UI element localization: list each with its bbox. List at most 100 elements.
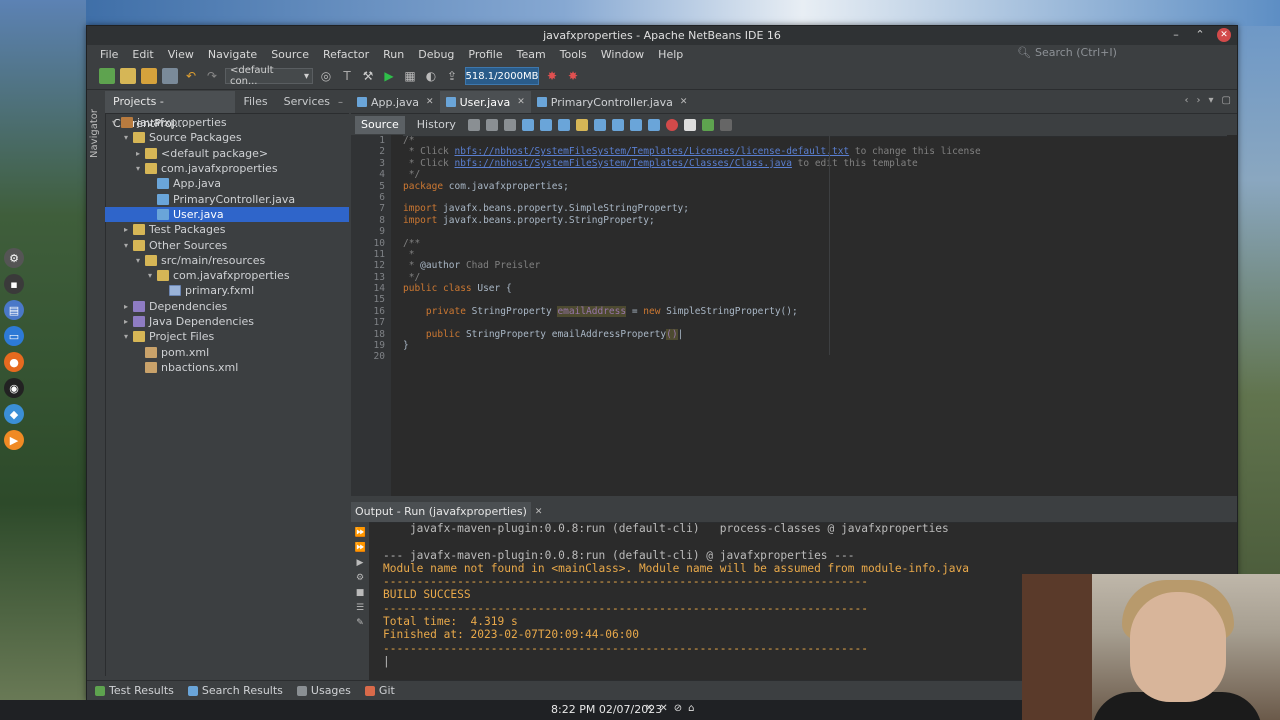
search-input[interactable]: Search (Ctrl+I) [1035, 46, 1117, 59]
tree-item[interactable]: pom.xml [105, 344, 349, 359]
expand-toggle-icon[interactable]: ▸ [133, 149, 143, 158]
code-line[interactable] [403, 226, 1237, 237]
navigator-label[interactable]: Navigator [89, 109, 100, 158]
tab-files[interactable]: Files [235, 91, 275, 113]
maximize-editor-icon[interactable]: ▢ [1222, 95, 1231, 106]
configuration-select[interactable]: <default con... ▾ [225, 65, 313, 87]
tree-item[interactable]: ▾ Source Packages [105, 130, 349, 145]
last-edit-icon[interactable] [467, 119, 480, 131]
attach-icon[interactable]: ⇪ [444, 68, 460, 84]
code-line[interactable]: } [403, 340, 1237, 351]
minimize-panel-icon[interactable]: – [338, 97, 349, 108]
tree-item[interactable]: ▾ com.javafxproperties [105, 161, 349, 176]
tab-source[interactable]: Source [355, 116, 405, 134]
tree-item[interactable]: ▾ Project Files [105, 329, 349, 344]
search-results-button[interactable]: Search Results [187, 684, 283, 697]
code-line[interactable]: /* [403, 135, 1237, 146]
tree-item[interactable]: ▾ Other Sources [105, 237, 349, 252]
expand-toggle-icon[interactable]: ▾ [133, 256, 143, 265]
new-file-icon[interactable] [99, 68, 115, 84]
rerun-icon[interactable]: ⏩ [355, 528, 366, 539]
code-line[interactable]: * [403, 249, 1237, 260]
code-line[interactable]: * @author Chad Preisler [403, 260, 1237, 271]
git-button[interactable]: Git [364, 684, 395, 697]
tree-item[interactable]: ▾ src/main/resources [105, 253, 349, 268]
code-line[interactable]: import javafx.beans.property.SimpleStrin… [403, 203, 1237, 214]
close-tab-icon[interactable]: ✕ [517, 97, 525, 107]
expand-toggle-icon[interactable]: ▸ [121, 225, 131, 234]
menu-refactor[interactable]: Refactor [316, 48, 376, 61]
tree-item[interactable]: ▸ Java Dependencies [105, 314, 349, 329]
code-line[interactable]: * Click nbfs://nbhost/SystemFileSystem/T… [403, 146, 1237, 157]
code-line[interactable]: */ [403, 169, 1237, 180]
menu-source[interactable]: Source [264, 48, 316, 61]
tab-user-java[interactable]: User.java ✕ [439, 91, 531, 113]
menu-tools[interactable]: Tools [553, 48, 594, 61]
expand-toggle-icon[interactable]: ▸ [121, 317, 131, 326]
firefox-icon[interactable]: ● [4, 352, 24, 372]
obs-icon[interactable]: ◉ [4, 378, 24, 398]
close-tab-icon[interactable]: ✕ [535, 507, 543, 517]
code-line[interactable]: import javafx.beans.property.StringPrope… [403, 215, 1237, 226]
new-project-icon[interactable] [120, 68, 136, 84]
expand-toggle-icon[interactable]: ▸ [121, 302, 131, 311]
tab-app-java[interactable]: App.java ✕ [351, 91, 440, 113]
expand-toggle-icon[interactable]: ▾ [121, 332, 131, 341]
menu-run[interactable]: Run [376, 48, 411, 61]
tab-primarycontroller-java[interactable]: PrimaryController.java ✕ [531, 91, 694, 113]
profile-icon[interactable]: ◐ [423, 68, 439, 84]
tab-history[interactable]: History [411, 116, 462, 134]
code-line[interactable]: * Click nbfs://nbhost/SystemFileSystem/T… [403, 158, 1237, 169]
close-icon[interactable]: ✕ [1217, 28, 1231, 42]
menu-edit[interactable]: Edit [125, 48, 160, 61]
tree-item[interactable]: ▸ Test Packages [105, 222, 349, 237]
code-line[interactable]: public class User { [403, 283, 1237, 294]
menu-team[interactable]: Team [510, 48, 553, 61]
tree-item[interactable]: ▾ javafxproperties [105, 115, 349, 130]
menu-debug[interactable]: Debug [411, 48, 461, 61]
stop-macro-icon[interactable] [683, 119, 696, 131]
tab-projects[interactable]: Projects - CurrentProj... [105, 91, 236, 130]
save-all-icon[interactable] [162, 68, 178, 84]
code-content[interactable]: /* * Click nbfs://nbhost/SystemFileSyste… [403, 135, 1237, 496]
phases-icon[interactable]: ☰ [355, 603, 366, 614]
code-line[interactable]: package com.javafxproperties; [403, 181, 1237, 192]
tree-item[interactable]: PrimaryController.java [105, 191, 349, 206]
app-icon[interactable]: ◆ [4, 404, 24, 424]
menu-view[interactable]: View [161, 48, 201, 61]
find-next-icon[interactable] [557, 119, 570, 131]
find-prev-icon[interactable] [539, 119, 552, 131]
next-bookmark-icon[interactable] [647, 119, 660, 131]
tree-item[interactable]: ▸ <default package> [105, 146, 349, 161]
tree-item[interactable]: primary.fxml [105, 283, 349, 298]
stop-icon[interactable]: ■ [355, 588, 366, 599]
tab-output-run[interactable]: Output - Run (javafxproperties) [351, 502, 531, 522]
prev-bookmark-icon[interactable] [629, 119, 642, 131]
code-line[interactable] [403, 317, 1237, 328]
tree-item[interactable]: User.java [105, 206, 349, 223]
menu-window[interactable]: Window [594, 48, 651, 61]
close-tab-icon[interactable]: ✕ [426, 97, 434, 107]
fold-margin[interactable] [391, 135, 403, 496]
forward-icon[interactable] [503, 119, 516, 131]
code-token[interactable]: nbfs://nbhost/SystemFileSystem/Templates… [454, 158, 791, 169]
terminal-icon[interactable]: ▪ [4, 274, 24, 294]
find-icon[interactable] [521, 119, 534, 131]
scroll-right-icon[interactable]: › [1197, 95, 1201, 106]
expand-toggle-icon[interactable]: ▾ [133, 164, 143, 173]
clean-build-icon[interactable]: ⚒ [360, 68, 376, 84]
menu-file[interactable]: File [93, 48, 125, 61]
maximize-icon[interactable]: ⌃ [1193, 28, 1207, 42]
comment-icon[interactable] [701, 119, 714, 131]
test-results-button[interactable]: Test Results [95, 684, 174, 697]
tree-item[interactable]: ▾ com.javafxproperties [105, 268, 349, 283]
memory-indicator[interactable]: 518.1/2000MB [465, 67, 539, 85]
code-line[interactable]: /** [403, 238, 1237, 249]
media-icon[interactable]: ▶ [4, 430, 24, 450]
record-macro-icon[interactable] [665, 119, 678, 131]
redo-icon[interactable]: ↷ [204, 68, 220, 84]
menu-help[interactable]: Help [651, 48, 690, 61]
settings-icon[interactable]: ⚙ [4, 248, 24, 268]
tray-icon[interactable]: ⊘ [674, 703, 682, 714]
undo-icon[interactable]: ↶ [183, 68, 199, 84]
